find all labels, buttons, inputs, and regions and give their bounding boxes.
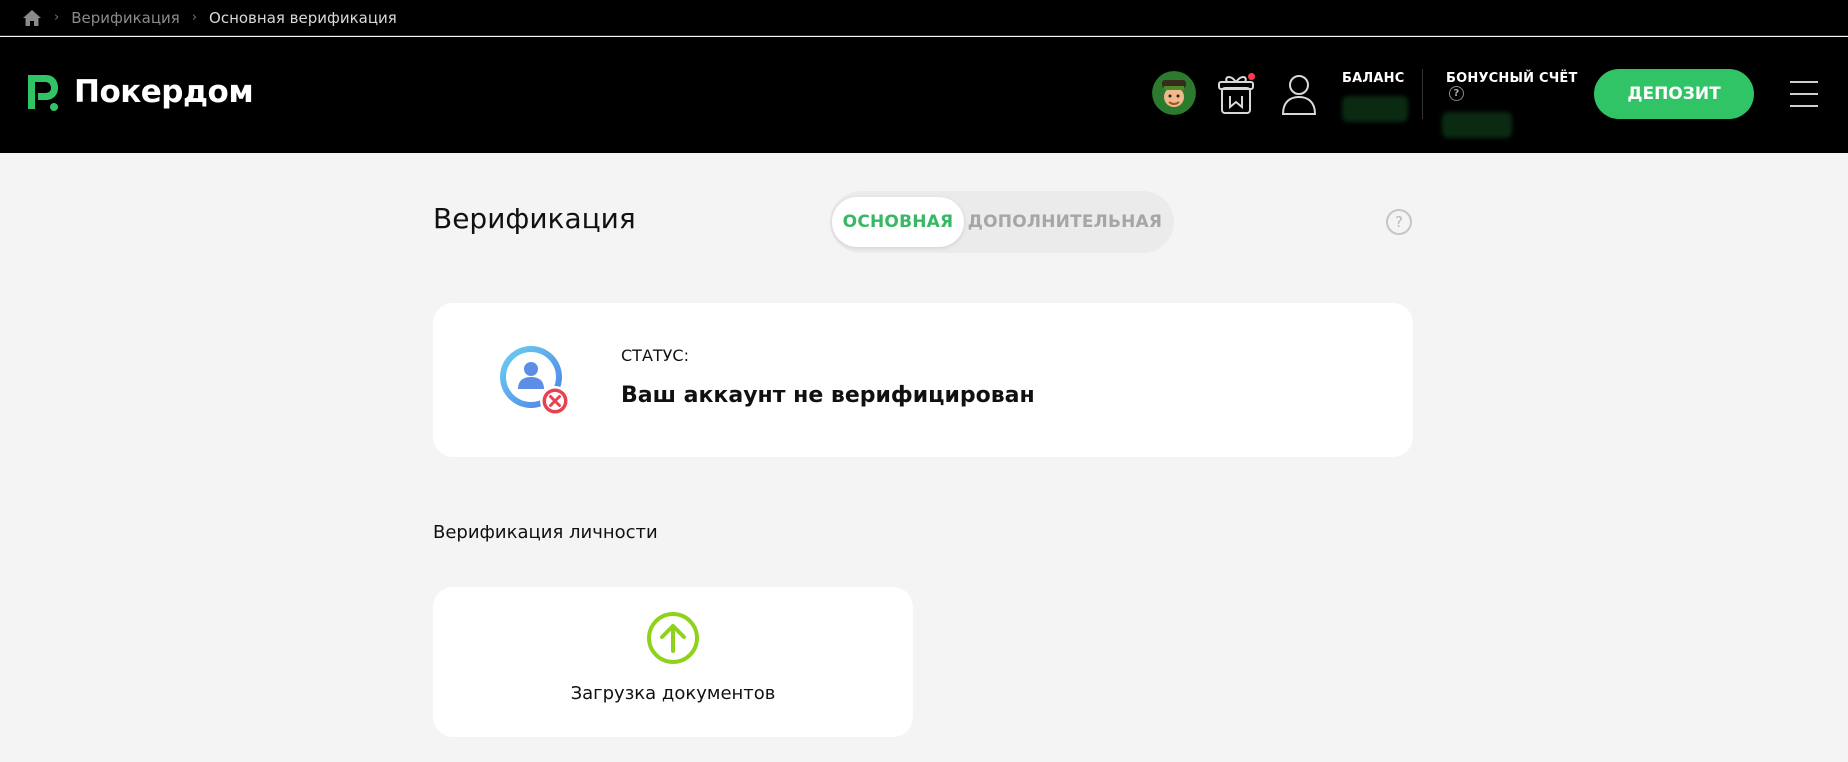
user-icon[interactable] — [1280, 71, 1318, 117]
logo[interactable]: Покердом — [22, 71, 254, 113]
menu-icon[interactable] — [1790, 81, 1818, 107]
bonus-balance[interactable]: БОНУСНЫЙ СЧЁТ? — [1442, 71, 1586, 138]
gift-icon[interactable] — [1216, 71, 1256, 117]
upload-arrow-icon — [647, 612, 699, 664]
status-value: Ваш аккаунт не верифицирован — [621, 383, 1035, 408]
question-icon[interactable]: ? — [1449, 86, 1464, 101]
breadcrumb: › Верификация › Основная верификация — [0, 0, 1848, 36]
identity-section-title: Верификация личности — [433, 522, 658, 543]
balance[interactable]: БАЛАНС — [1342, 71, 1410, 122]
upload-documents-label: Загрузка документов — [570, 683, 776, 704]
bonus-label: БОНУСНЫЙ СЧЁТ — [1446, 71, 1578, 86]
site-header: Покердом БАЛАНС БОНУСНЫЙ СЧЁТ? ДЕПОЗИТ — [0, 37, 1848, 153]
status-card: СТАТУС: Ваш аккаунт не верифицирован — [433, 303, 1413, 457]
notification-dot — [1248, 73, 1255, 80]
verification-tabs: ОСНОВНАЯ ДОПОЛНИТЕЛЬНАЯ — [830, 191, 1174, 253]
avatar[interactable] — [1152, 71, 1196, 115]
breadcrumb-item-verification[interactable]: Верификация — [71, 9, 180, 27]
balance-label: БАЛАНС — [1342, 71, 1405, 86]
page-title: Верификация — [433, 202, 636, 235]
balance-value-hidden — [1342, 96, 1408, 122]
tab-basic[interactable]: ОСНОВНАЯ — [832, 197, 964, 247]
chevron-right-icon: › — [54, 10, 60, 25]
status-label: СТАТУС: — [621, 346, 689, 365]
user-unverified-icon — [500, 346, 570, 416]
breadcrumb-item-basic-verification: Основная верификация — [209, 8, 397, 27]
upload-documents-card[interactable]: Загрузка документов — [433, 587, 913, 737]
pokerdom-logo-icon — [28, 75, 58, 111]
divider — [1422, 69, 1423, 119]
bonus-value-hidden — [1442, 112, 1512, 138]
deposit-button[interactable]: ДЕПОЗИТ — [1594, 69, 1754, 119]
chevron-right-icon: › — [191, 10, 198, 25]
home-icon[interactable] — [22, 8, 42, 28]
help-icon[interactable]: ? — [1386, 209, 1412, 235]
tab-additional[interactable]: ДОПОЛНИТЕЛЬНАЯ — [968, 197, 1162, 247]
logo-text: Покердом — [74, 74, 254, 110]
